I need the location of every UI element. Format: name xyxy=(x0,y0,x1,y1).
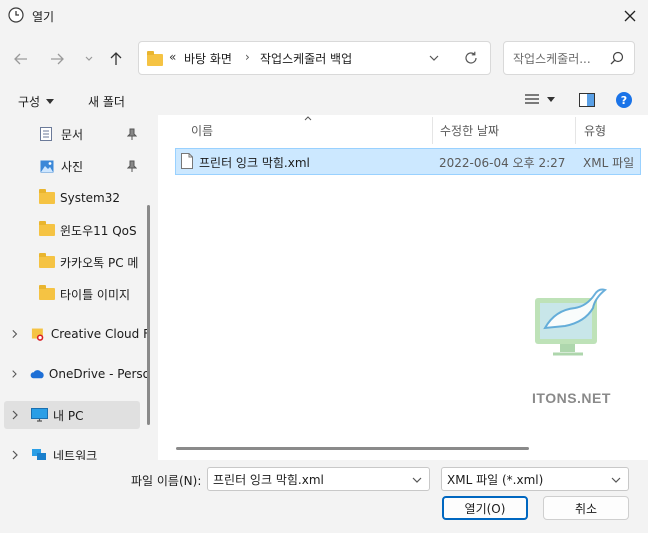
arrow-right-icon xyxy=(51,53,64,65)
pin-icon xyxy=(127,128,137,140)
nav-item-pictures[interactable]: 사진 xyxy=(0,152,150,180)
svg-text:?: ? xyxy=(621,94,627,107)
column-header-name[interactable]: 이름 xyxy=(191,122,213,139)
breadcrumb-separator: › xyxy=(245,50,250,64)
file-type-select[interactable]: XML 파일 (*.xml) xyxy=(441,467,629,491)
filename-label: 파일 이름(N): xyxy=(131,474,202,488)
title-bar xyxy=(0,0,648,31)
file-type: XML 파일 xyxy=(583,156,635,170)
chevron-down-icon[interactable] xyxy=(412,477,422,483)
window-title: 열기 xyxy=(32,10,55,24)
folder-icon xyxy=(39,221,55,236)
column-divider[interactable] xyxy=(432,117,433,144)
filename-input[interactable]: 프린터 잉크 막힘.xml xyxy=(207,467,430,491)
folder-icon xyxy=(39,285,55,300)
nav-item-this-pc[interactable]: 내 PC xyxy=(4,401,140,429)
recent-locations-button[interactable] xyxy=(78,49,100,69)
list-view-icon xyxy=(525,94,539,104)
document-icon xyxy=(40,127,52,141)
nav-scrollbar[interactable] xyxy=(147,205,150,425)
network-icon xyxy=(32,449,46,460)
watermark-text: ITONS.NET xyxy=(532,390,611,406)
close-button[interactable] xyxy=(612,2,648,29)
search-input[interactable]: 작업스케줄러... xyxy=(513,50,591,67)
open-button[interactable]: 열기(O) xyxy=(442,496,528,520)
table-row[interactable]: 프린터 잉크 막힘.xml 2022-06-04 오후 2:27 XML 파일 xyxy=(175,148,641,175)
column-header-type[interactable]: 유형 xyxy=(584,122,606,139)
refresh-icon[interactable] xyxy=(464,51,478,65)
nav-item-qos[interactable]: 윈도우11 QoS xyxy=(0,216,150,244)
organize-button[interactable]: 구성 xyxy=(18,93,55,110)
help-icon[interactable]: ? xyxy=(616,92,632,108)
address-bar[interactable]: « 바탕 화면 › 작업스케줄러 백업 xyxy=(138,41,491,75)
view-options-button[interactable] xyxy=(525,93,555,105)
preview-pane-icon[interactable] xyxy=(579,93,595,107)
nav-item-onedrive[interactable]: OneDrive - Perso xyxy=(0,360,150,388)
watermark-monitor-icon xyxy=(535,288,608,356)
horizontal-scrollbar[interactable] xyxy=(176,447,529,450)
breadcrumb-current[interactable]: 작업스케줄러 백업 xyxy=(260,50,352,67)
column-divider[interactable] xyxy=(575,117,576,144)
arrow-up-icon xyxy=(110,52,122,65)
new-folder-button[interactable]: 새 폴더 xyxy=(88,93,125,110)
chevron-right-icon[interactable] xyxy=(11,450,19,460)
sort-ascending-icon xyxy=(304,116,312,121)
watermark-logo: ITONS.NET xyxy=(520,280,625,410)
picture-icon xyxy=(40,160,54,172)
search-icon[interactable] xyxy=(610,51,624,65)
chevron-right-icon[interactable] xyxy=(11,329,18,339)
close-icon xyxy=(624,10,636,21)
chevron-right-icon[interactable] xyxy=(11,410,19,420)
folder-icon xyxy=(39,253,55,268)
cancel-button[interactable]: 취소 xyxy=(543,496,629,520)
pin-icon xyxy=(127,160,137,172)
file-name: 프린터 잉크 막힘.xml xyxy=(199,156,310,170)
organize-label: 구성 xyxy=(18,95,41,109)
folder-icon xyxy=(147,51,163,66)
breadcrumb-overflow[interactable]: « xyxy=(169,50,176,64)
forward-button[interactable] xyxy=(46,49,68,69)
nav-item-creative-cloud[interactable]: Creative Cloud F xyxy=(0,320,150,348)
caret-down-icon xyxy=(46,99,55,104)
file-icon xyxy=(181,153,193,169)
navigation-pane: 문서 사진 System32 윈도우11 QoS 카카오톡 PC 메 타이틀 이… xyxy=(0,115,158,460)
creative-cloud-icon xyxy=(32,328,44,341)
nav-item-title-images[interactable]: 타이틀 이미지 xyxy=(0,280,150,308)
nav-item-kakaotalk[interactable]: 카카오톡 PC 메 xyxy=(0,248,150,276)
folder-icon xyxy=(39,189,55,204)
file-modified: 2022-06-04 오후 2:27 xyxy=(439,156,566,170)
chevron-down-icon xyxy=(611,477,621,483)
file-type-value: XML 파일 (*.xml) xyxy=(447,472,544,487)
column-header-modified[interactable]: 수정한 날짜 xyxy=(440,122,499,139)
breadcrumb-desktop[interactable]: 바탕 화면 xyxy=(184,50,232,67)
pc-icon xyxy=(31,408,48,422)
clock-icon xyxy=(8,7,24,23)
chevron-down-icon xyxy=(85,56,93,61)
nav-item-system32[interactable]: System32 xyxy=(0,184,150,212)
onedrive-icon xyxy=(30,370,44,379)
chevron-right-icon[interactable] xyxy=(11,369,18,379)
up-button[interactable] xyxy=(105,49,127,69)
filename-value: 프린터 잉크 막힘.xml xyxy=(213,472,324,487)
back-button[interactable] xyxy=(10,49,32,69)
nav-item-documents[interactable]: 문서 xyxy=(0,120,150,148)
nav-item-network[interactable]: 네트워크 xyxy=(0,441,150,460)
arrow-left-icon xyxy=(14,53,27,65)
search-box[interactable]: 작업스케줄러... xyxy=(503,41,635,75)
chevron-down-icon[interactable] xyxy=(429,55,439,62)
caret-down-icon xyxy=(547,96,555,102)
